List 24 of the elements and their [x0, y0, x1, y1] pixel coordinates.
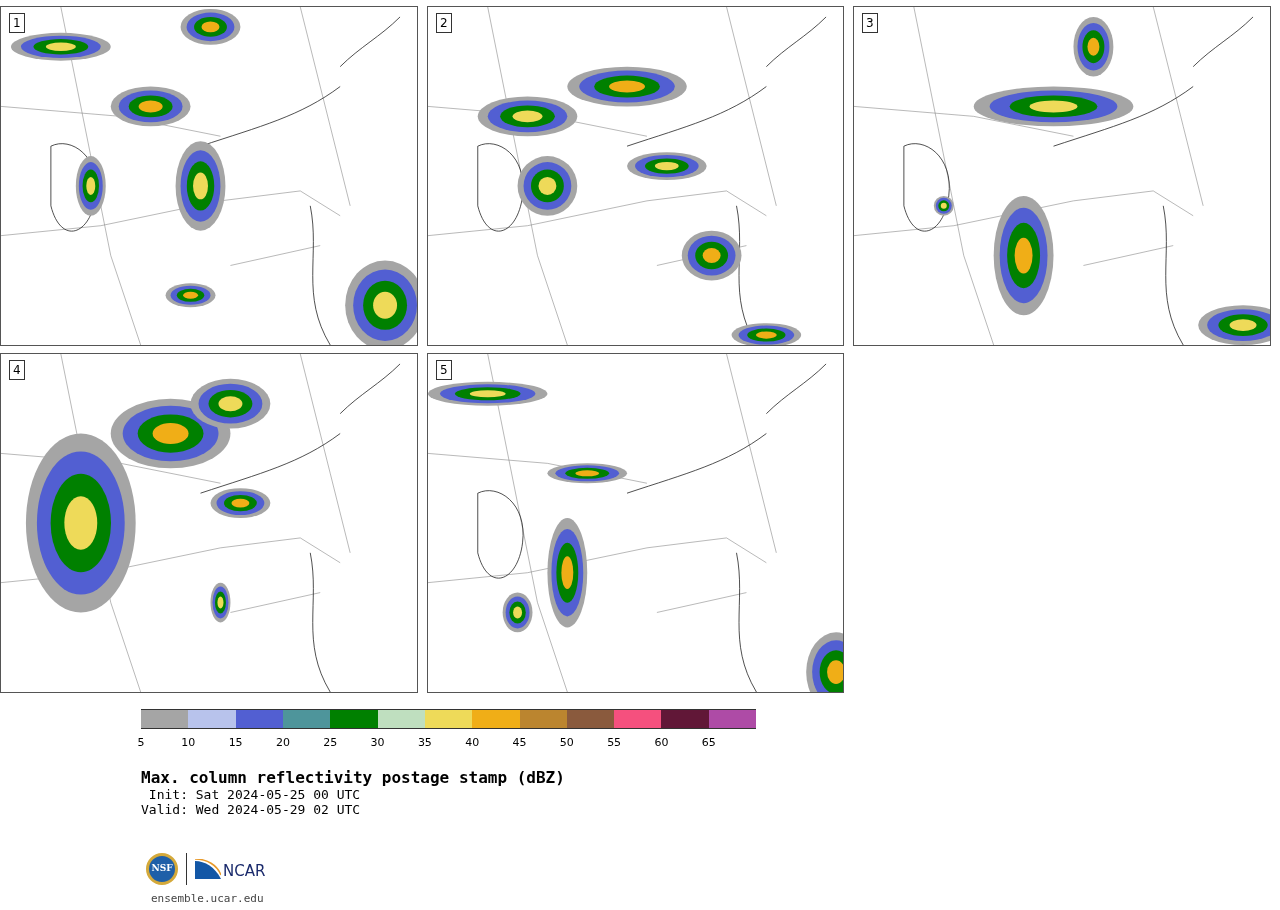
- tick-label: 20: [275, 735, 290, 748]
- panel-number: 2: [436, 13, 452, 33]
- website-link[interactable]: ensemble.ucar.edu: [141, 885, 1280, 908]
- tick-label: 40: [465, 735, 480, 748]
- panel-number: 3: [862, 13, 878, 33]
- tick-label: 10: [181, 735, 196, 748]
- tick-label: 25: [323, 735, 338, 748]
- nsf-logo: NSF: [146, 853, 178, 885]
- valid-time: Valid: Wed 2024-05-29 02 UTC: [141, 802, 362, 817]
- tick-label: 50: [559, 735, 574, 748]
- chart-title: Max. column reflectivity postage stamp (dBZ): [141, 769, 566, 787]
- panel-number: 5: [436, 360, 452, 380]
- ncar-logo: NCAR: [195, 859, 266, 879]
- panel-number: 4: [9, 360, 25, 380]
- tick-label: 65: [701, 735, 716, 748]
- tick-label: 5: [137, 735, 145, 748]
- tick-label: 45: [512, 735, 527, 748]
- tick-label: 35: [417, 735, 432, 748]
- init-time: Init: Sat 2024-05-25 00 UTC: [147, 787, 362, 802]
- tick-label: 60: [654, 735, 669, 748]
- tick-label: 30: [370, 735, 385, 748]
- tick-label: 15: [228, 735, 243, 748]
- tick-label: 55: [607, 735, 622, 748]
- panel-number: 1: [9, 13, 25, 33]
